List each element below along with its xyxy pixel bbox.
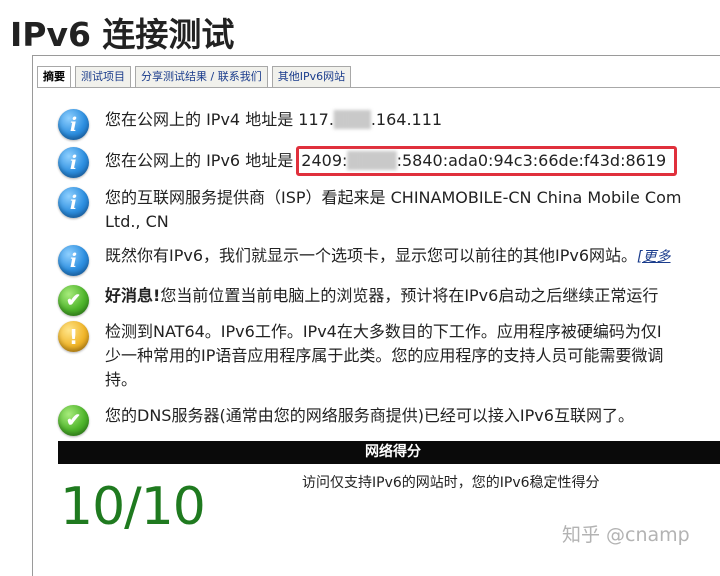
masked-segment: ████	[347, 151, 397, 170]
ipv4-text: 您在公网上的 IPv4 地址是 117.███.164.111	[105, 108, 720, 132]
info-icon: i	[58, 245, 89, 276]
result-tab-note: i 既然你有IPv6，我们就显示一个选项卡，显示您可以前往的其他IPv6网站。[…	[58, 244, 720, 276]
nat64-text: 检测到NAT64。IPv6工作。IPv4在大多数目的下工作。应用程序被硬编码为仅…	[105, 322, 664, 389]
tab-test-items[interactable]: 测试项目	[75, 66, 131, 88]
score-value: 10/10	[60, 477, 206, 537]
page-title: IPv6 连接测试	[10, 15, 235, 54]
tab-share-contact[interactable]: 分享测试结果 / 联系我们	[135, 66, 268, 88]
result-nat64: ! 检测到NAT64。IPv6工作。IPv4在大多数目的下工作。应用程序被硬编码…	[58, 320, 720, 392]
warning-icon: !	[58, 321, 89, 352]
ipv6-text: 您在公网上的 IPv6 地址是 2409:████:5840:ada0:94c3…	[105, 146, 720, 176]
result-good-news: ✔ 好消息!您当前位置当前电脑上的浏览器，预计将在IPv6启动之后继续正常运行	[58, 284, 720, 316]
dns-text: 您的DNS服务器(通常由您的网络服务商提供)已经可以接入IPv6互联网了。	[105, 406, 634, 425]
result-dns: ✔ 您的DNS服务器(通常由您的网络服务商提供)已经可以接入IPv6互联网了。	[58, 404, 720, 436]
isp-text: 您的互联网服务提供商（ISP）看起来是 CHINAMOBILE-CN China…	[105, 188, 682, 231]
score-header: 网络得分	[58, 441, 720, 464]
result-ipv4: i 您在公网上的 IPv4 地址是 117.███.164.111	[58, 108, 720, 140]
tab-summary[interactable]: 摘要	[37, 66, 71, 88]
score-description: 访问仅支持IPv6的网站时，您的IPv6稳定性得分	[302, 475, 600, 491]
more-link[interactable]: [更多	[637, 249, 670, 265]
result-isp: i 您的互联网服务提供商（ISP）看起来是 CHINAMOBILE-CN Chi…	[58, 186, 720, 234]
good-news-text: 好消息!您当前位置当前电脑上的浏览器，预计将在IPv6启动之后继续正常运行	[105, 286, 659, 305]
tab-other-ipv6-sites[interactable]: 其他IPv6网站	[271, 66, 352, 88]
check-icon: ✔	[58, 405, 89, 436]
info-icon: i	[58, 187, 89, 218]
tab-divider	[37, 87, 720, 88]
watermark: 知乎 @cnamp	[562, 524, 690, 546]
info-icon: i	[58, 109, 89, 140]
tab-bar: 摘要 测试项目 分享测试结果 / 联系我们 其他IPv6网站	[37, 66, 352, 88]
result-ipv6: i 您在公网上的 IPv6 地址是 2409:████:5840:ada0:94…	[58, 146, 720, 178]
tab-note-text: 既然你有IPv6，我们就显示一个选项卡，显示您可以前往的其他IPv6网站。[更多	[105, 246, 671, 265]
masked-octet: ███	[333, 110, 371, 129]
ipv6-address-highlight: 2409:████:5840:ada0:94c3:66de:f43d:8619	[296, 146, 678, 176]
info-icon: i	[58, 147, 89, 178]
check-icon: ✔	[58, 285, 89, 316]
